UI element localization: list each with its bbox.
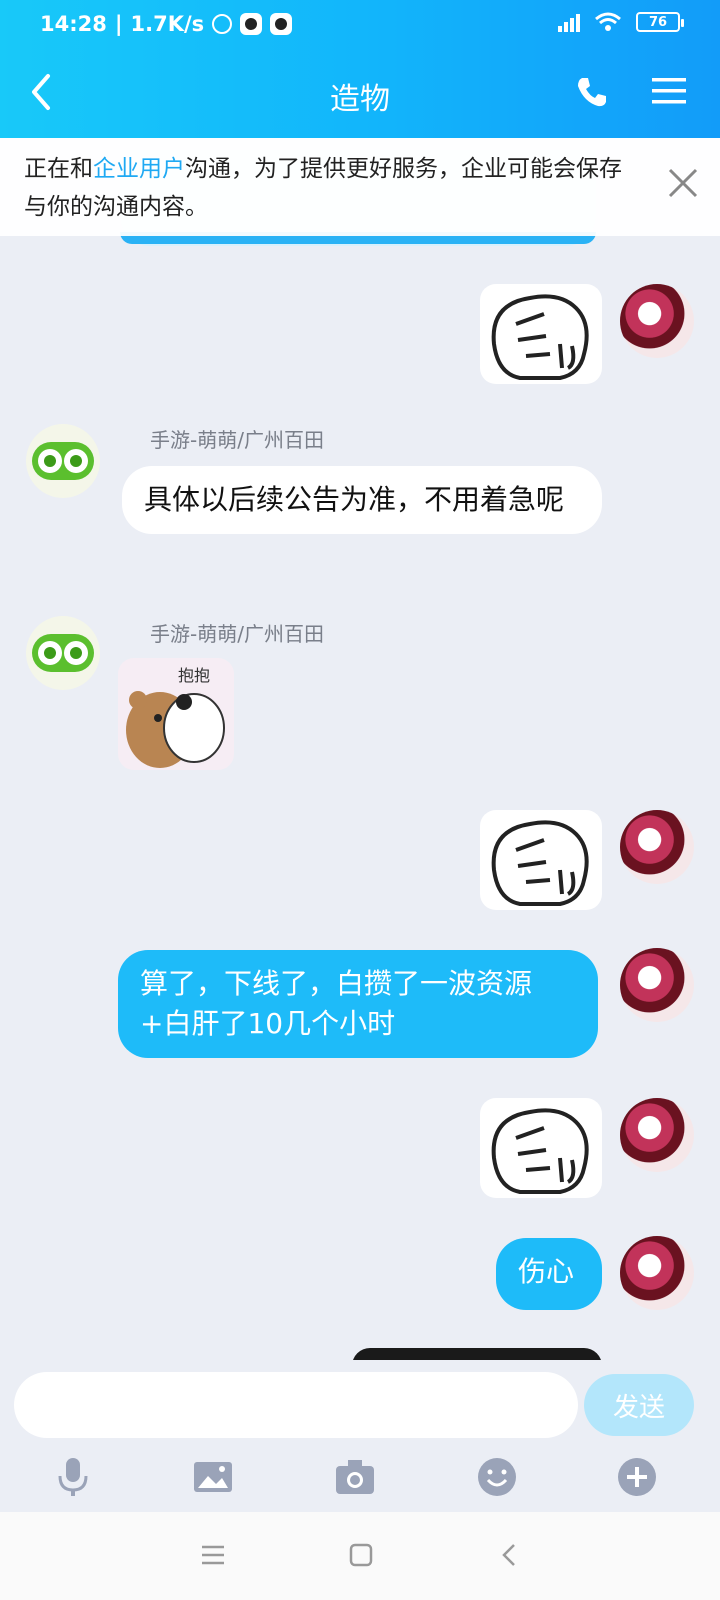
phone-icon[interactable] [574,74,610,110]
incoming-message-bubble[interactable]: 具体以后续公告为准，不用着急呢 [122,466,602,534]
status-time: 14:28 [40,12,107,36]
peeking-face-sticker-icon [491,1108,589,1194]
outgoing-message-bubble[interactable]: 伤心 [496,1238,602,1310]
battery-icon: 76 [636,12,684,32]
notification-icon [240,13,263,35]
enterprise-user-link[interactable]: 企业用户 [93,156,185,182]
alarm-icon [212,14,233,34]
chat-title: 造物 [330,82,390,117]
peeking-face-sticker-icon [491,820,589,906]
my-avatar[interactable] [620,284,694,358]
back-nav-icon[interactable] [494,1540,524,1570]
sender-name: 手游-萌萌/广州百田 [150,622,324,646]
bear-hug-sticker-icon [126,691,225,768]
contact-avatar[interactable] [26,616,100,690]
my-avatar[interactable] [620,1236,694,1310]
input-bar: 发送 [0,1360,720,1510]
home-icon[interactable] [346,1540,376,1570]
image-icon[interactable] [192,1456,234,1498]
sender-name: 手游-萌萌/广州百田 [150,428,324,452]
sticker-message[interactable] [480,284,602,384]
input-toolbar [0,1456,720,1502]
signal-icon [558,12,580,32]
menu-icon[interactable] [652,76,686,106]
nav-bar: 造物 [0,62,720,122]
sticker-message[interactable] [480,1098,602,1198]
notice-text: 正在和企业用户沟通，为了提供更好服务，企业可能会保存与你的沟通内容。 [24,156,622,220]
wifi-icon [595,12,621,31]
network-speed: 1.7K/s [130,12,205,36]
system-navigation-bar [0,1512,720,1600]
close-icon[interactable] [666,166,700,200]
sticker-message[interactable] [480,810,602,910]
plus-icon[interactable] [616,1456,658,1498]
my-avatar[interactable] [620,810,694,884]
notification-icon [270,13,293,35]
microphone-icon[interactable] [52,1456,94,1498]
status-bar: 14:28 | 1.7K/s 76 [40,12,684,42]
recent-apps-icon[interactable] [198,1540,228,1570]
send-button[interactable]: 发送 [584,1374,694,1436]
sticker-caption: 抱抱 [178,666,211,685]
my-avatar[interactable] [620,948,694,1022]
enterprise-notice-banner: 正在和企业用户沟通，为了提供更好服务，企业可能会保存与你的沟通内容。 [0,138,720,236]
camera-icon[interactable] [334,1456,376,1498]
hug-sticker-message[interactable]: 抱抱 [118,658,234,770]
emoji-icon[interactable] [476,1456,518,1498]
game-logo-icon [32,442,94,480]
outgoing-message-bubble[interactable]: 算了，下线了，白攒了一波资源+白肝了10几个小时 [118,950,598,1058]
message-input[interactable] [14,1372,578,1438]
game-logo-icon [32,634,94,672]
contact-avatar[interactable] [26,424,100,498]
my-avatar[interactable] [620,1098,694,1172]
app-header: 14:28 | 1.7K/s 76 造物 [0,0,720,138]
peeking-face-sticker-icon [491,294,589,380]
